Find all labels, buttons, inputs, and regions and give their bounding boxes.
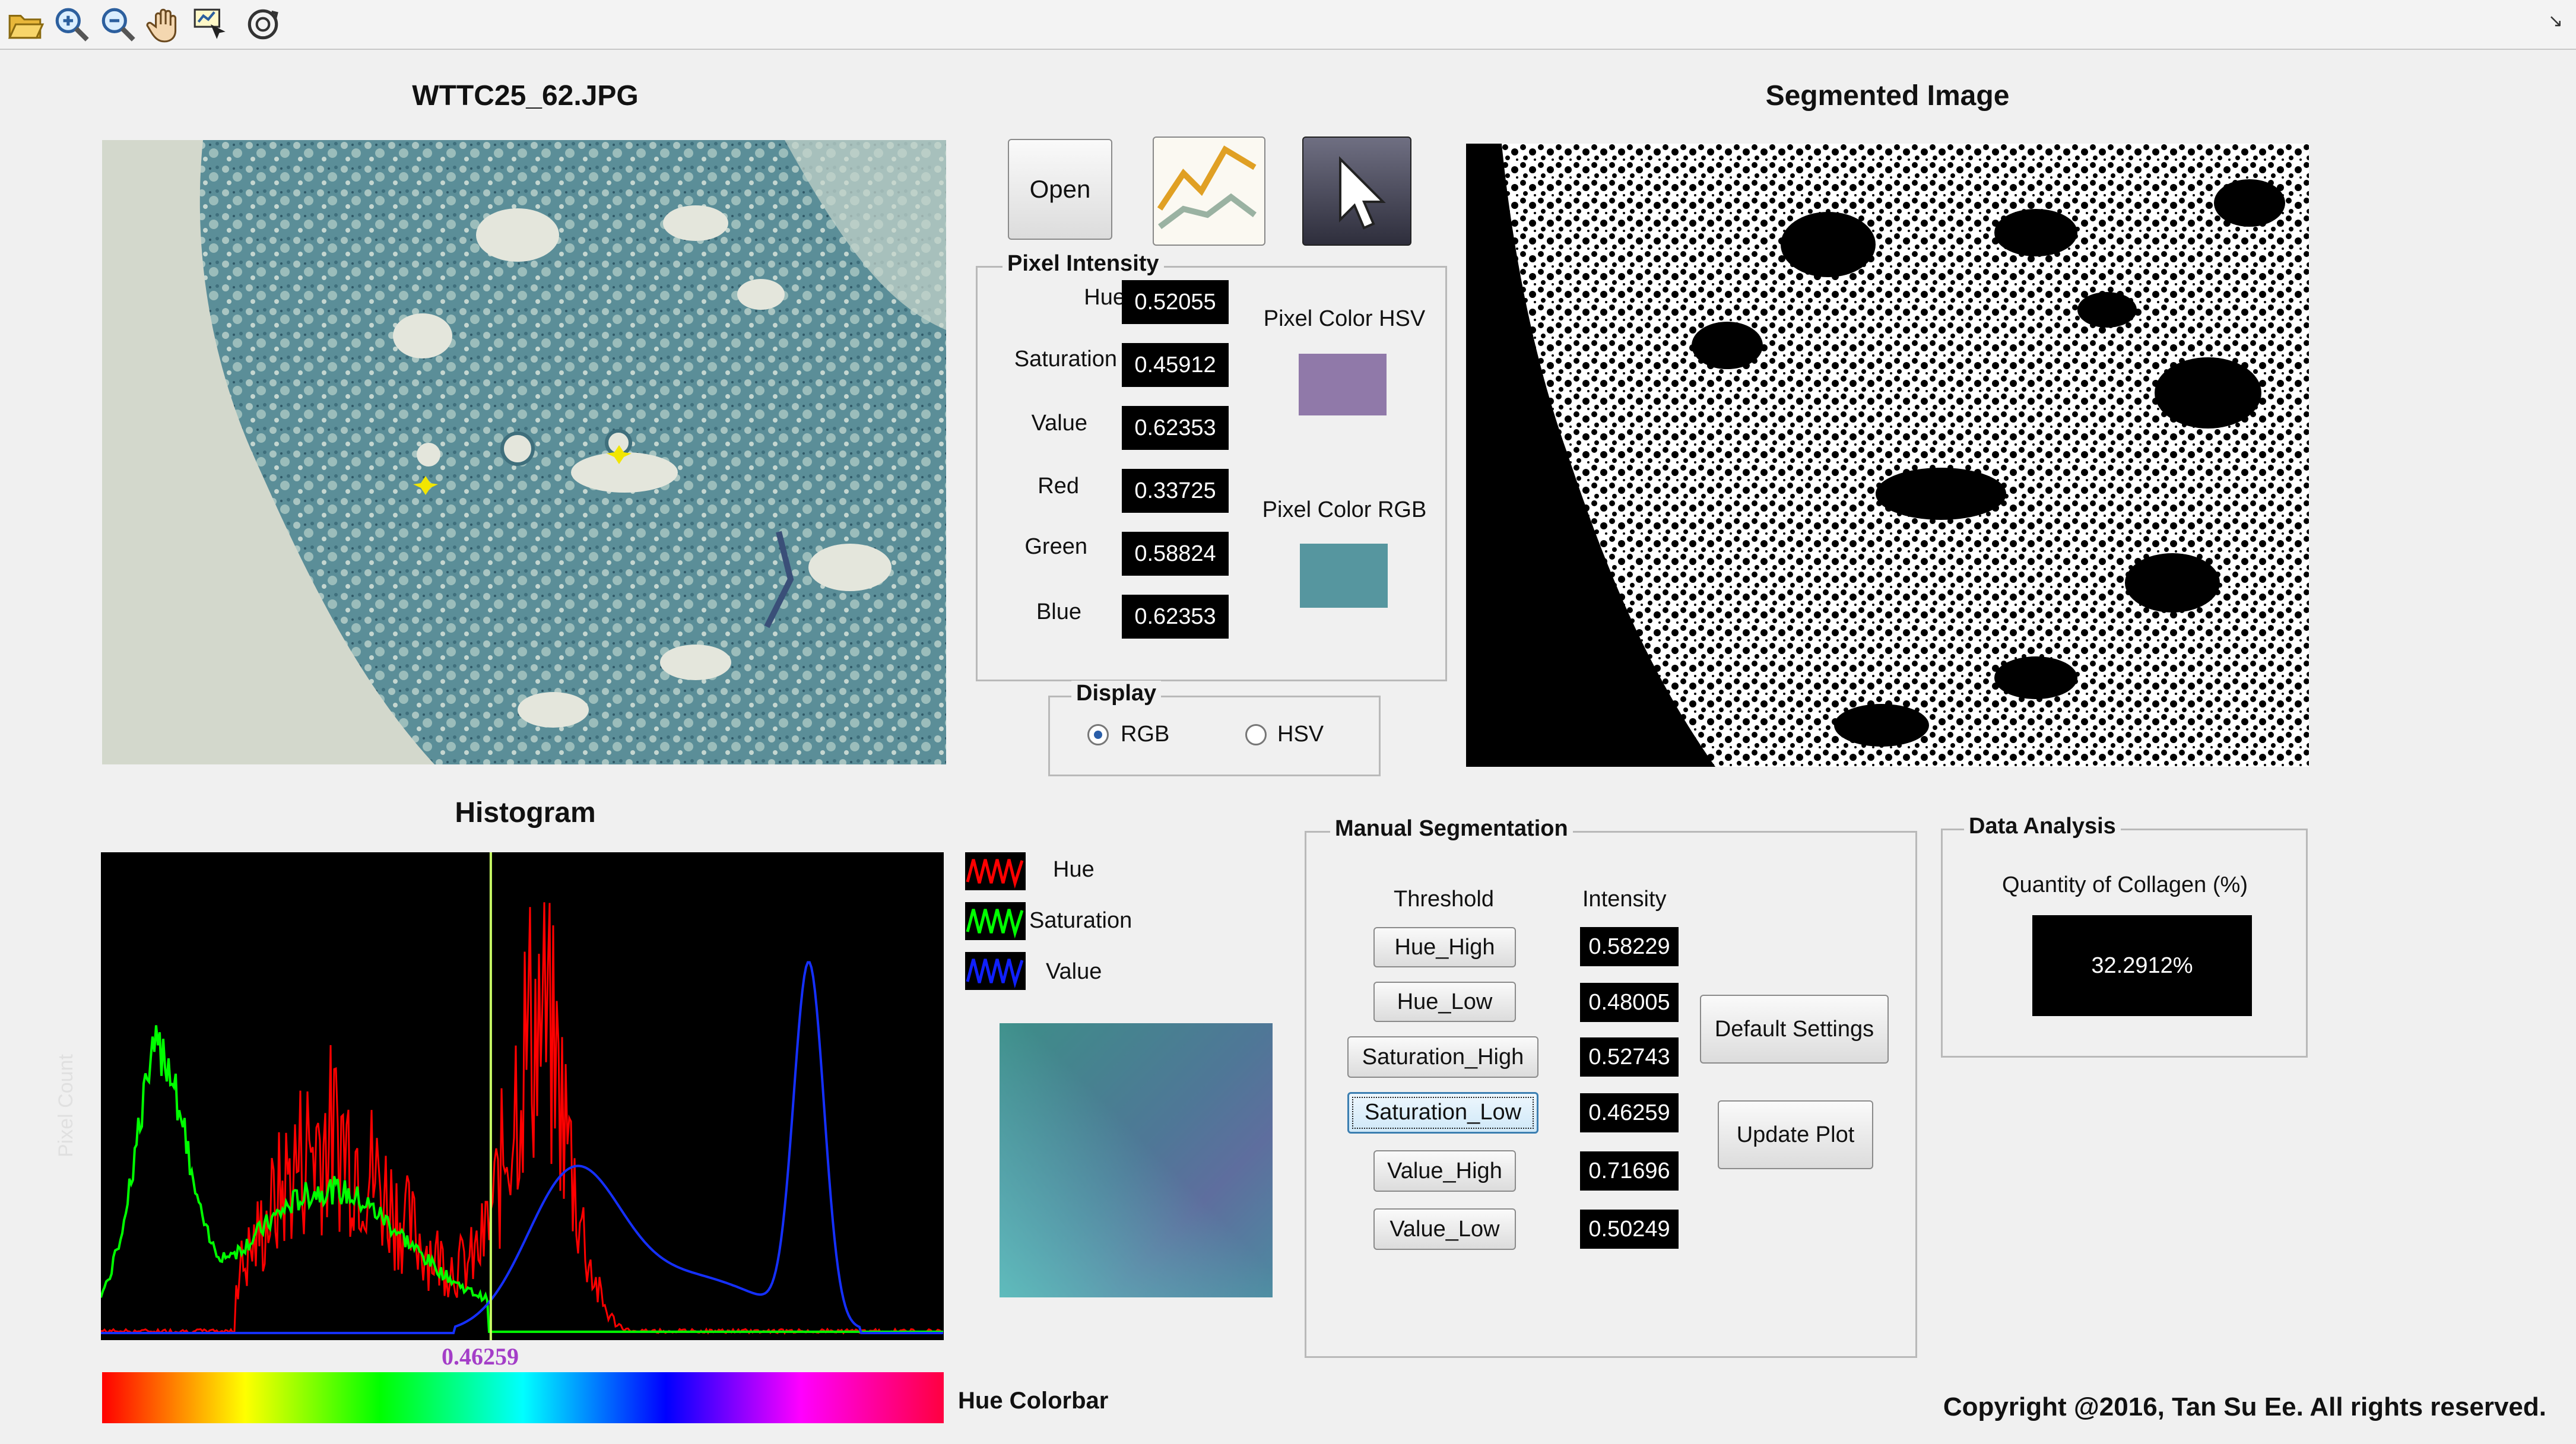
default-settings-button[interactable]: Default Settings [1700, 995, 1889, 1064]
original-image-title: WTTC25_62.JPG [412, 80, 639, 112]
value-low-button[interactable]: Value_Low [1373, 1208, 1516, 1250]
open-folder-icon[interactable] [6, 5, 45, 44]
saturation-low-button[interactable]: Saturation_Low [1347, 1092, 1538, 1134]
rgb-radio[interactable] [1087, 724, 1109, 745]
hue-series-line [100, 902, 944, 1335]
resize-grip-icon[interactable]: ↘ [2548, 11, 2563, 31]
segmented-image-title: Segmented Image [1765, 80, 2010, 112]
pixel-intensity-title: Pixel Intensity [1003, 251, 1164, 277]
saturation-value: 0.45912 [1122, 343, 1229, 387]
histogram-ylabel: Pixel Count [55, 1054, 77, 1157]
zoom-in-icon[interactable] [52, 5, 91, 44]
pointer-icon [1339, 156, 1386, 230]
red-label: Red [1038, 474, 1079, 499]
collagen-quantity-label: Quantity of Collagen (%) [2002, 872, 2248, 897]
pixel-color-hsv-label: Pixel Color HSV [1263, 306, 1426, 331]
plot-button[interactable] [1153, 137, 1265, 246]
toolbar: ↘ [0, 0, 2576, 50]
collagen-quantity-value: 32.2912% [2032, 915, 2252, 1016]
hue-colorbar [102, 1372, 944, 1423]
display-title: Display [1071, 681, 1162, 706]
tissue-image-canvas [102, 140, 947, 764]
hue-low-button[interactable]: Hue_Low [1373, 982, 1516, 1022]
open-button[interactable]: Open [1008, 139, 1112, 240]
saturation-series-line [100, 1025, 943, 1333]
histogram-canvas [100, 852, 944, 1340]
color-preview [1000, 1023, 1273, 1297]
saturation-legend-label: Saturation [1029, 908, 1132, 933]
blue-value: 0.62353 [1122, 595, 1229, 639]
pixel-color-rgb-label: Pixel Color RGB [1262, 497, 1427, 522]
pixel-color-rgb-swatch [1300, 544, 1388, 608]
pixel-color-hsv-swatch [1299, 354, 1387, 415]
segmented-image[interactable] [1466, 144, 2309, 767]
data-analysis-title: Data Analysis [1964, 814, 2121, 839]
line-chart-icon [1157, 145, 1257, 229]
manual-segmentation-title: Manual Segmentation [1330, 816, 1573, 842]
intensity-column-header: Intensity [1582, 887, 1667, 912]
hue-value: 0.52055 [1122, 280, 1229, 324]
saturation-low-value: 0.46259 [1580, 1093, 1679, 1132]
hue-colorbar-label: Hue Colorbar [958, 1388, 1109, 1414]
data-cursor-icon[interactable] [191, 5, 230, 44]
original-image[interactable] [102, 140, 947, 764]
select-pixel-button[interactable] [1302, 137, 1411, 246]
saturation-label: Saturation [1014, 347, 1117, 372]
value-legend-swatch [965, 952, 1026, 990]
value-legend-label: Value [1046, 959, 1102, 984]
value-label: Value [1031, 411, 1087, 436]
hue-low-value: 0.48005 [1580, 983, 1679, 1022]
update-plot-button[interactable]: Update Plot [1718, 1100, 1873, 1169]
red-value: 0.33725 [1122, 469, 1229, 513]
green-label: Green [1024, 534, 1087, 559]
segmented-mask-canvas [1502, 144, 2309, 767]
saturation-legend-swatch [965, 902, 1026, 940]
histogram-plot[interactable] [100, 852, 944, 1340]
rgb-radio-label[interactable]: RGB [1121, 722, 1169, 747]
hue-high-button[interactable]: Hue_High [1373, 927, 1516, 967]
hue-legend-label: Hue [1053, 857, 1095, 882]
zoom-out-icon[interactable] [99, 5, 138, 44]
hue-legend-swatch [965, 852, 1026, 890]
value-low-value: 0.50249 [1580, 1210, 1679, 1249]
hsv-radio-label[interactable]: HSV [1277, 722, 1324, 747]
hue-label: Hue [1084, 285, 1125, 310]
green-value: 0.58824 [1122, 532, 1229, 576]
value-value: 0.62353 [1122, 406, 1229, 450]
histogram-title: Histogram [455, 797, 596, 829]
copyright-text: Copyright @2016, Tan Su Ee. All rights r… [1943, 1392, 2546, 1421]
saturation-high-value: 0.52743 [1580, 1037, 1679, 1077]
value-high-value: 0.71696 [1580, 1151, 1679, 1191]
hsv-radio[interactable] [1245, 724, 1267, 745]
threshold-column-header: Threshold [1394, 887, 1494, 912]
histogram-marker-value: 0.46259 [442, 1343, 519, 1370]
pan-hand-icon[interactable] [145, 5, 184, 44]
value-high-button[interactable]: Value_High [1373, 1150, 1516, 1192]
saturation-high-button[interactable]: Saturation_High [1347, 1036, 1538, 1078]
hue-high-value: 0.58229 [1580, 927, 1679, 966]
rotate-3d-icon[interactable] [243, 5, 283, 44]
blue-label: Blue [1036, 599, 1081, 624]
